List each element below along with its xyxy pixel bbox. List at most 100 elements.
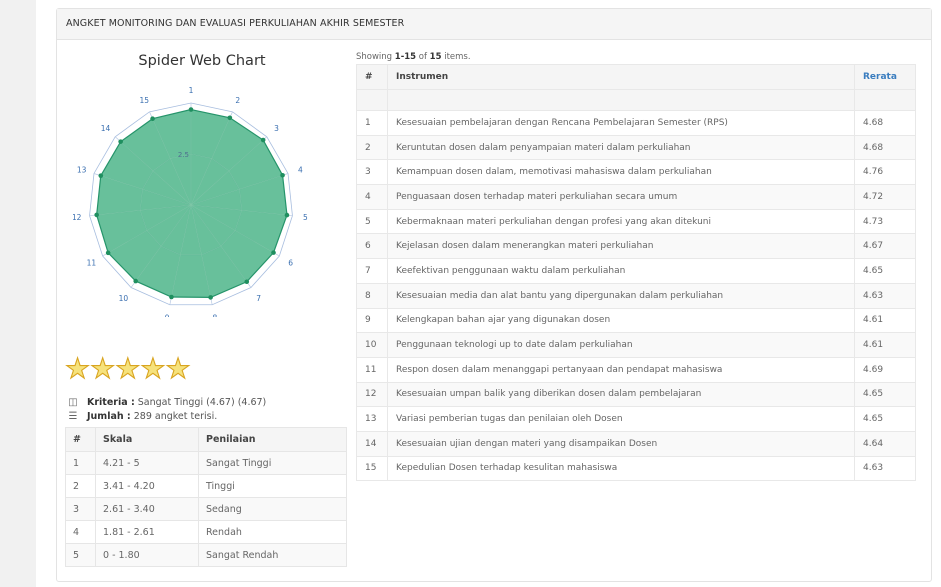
scale-cell-skala: 3.41 - 4.20	[95, 474, 199, 498]
inst-cell-instrumen: Keruntutan dosen dalam penyampaian mater…	[387, 134, 855, 161]
inst-cell-no: 4	[356, 184, 388, 210]
criteria-line: ◫ Kriteria : Sangat Tinggi (4.67) (4.67)	[67, 397, 266, 408]
inst-header-no: #	[356, 64, 388, 90]
summary-mid: of	[416, 52, 430, 62]
star-icon: ★	[64, 352, 91, 385]
category-label: 6	[288, 259, 293, 268]
inst-header-rerata[interactable]: Rerata	[854, 64, 916, 90]
table-row: 2 Keruntutan dosen dalam penyampaian mate…	[356, 134, 916, 161]
category-label: 14	[101, 124, 111, 133]
count-value: 289 angket terisi.	[133, 411, 218, 422]
inst-cell-no: 13	[356, 406, 388, 432]
inst-cell-no: 9	[356, 307, 388, 334]
inst-cell-no: 8	[356, 282, 388, 309]
data-point	[150, 116, 155, 122]
inst-cell-no: 11	[356, 356, 388, 383]
inst-cell-rerata: 4.65	[854, 406, 916, 432]
data-point	[105, 250, 111, 256]
table-row: 4 Penguasaan dosen terhadap materi perkul…	[356, 184, 916, 210]
scale-cell-penilaian: Sangat Tinggi	[198, 451, 347, 475]
inst-cell-rerata: 4.68	[854, 110, 916, 136]
category-label: 5	[303, 213, 308, 222]
chart-title: Spider Web Chart	[138, 53, 266, 69]
inst-cell-rerata: 4.67	[854, 233, 916, 260]
inst-cell-instrumen: Kesesuaian pembelajaran dengan Rencana P…	[387, 110, 855, 136]
scale-row: 50 - 1.80 Sangat Rendah	[65, 543, 347, 567]
inst-cell-rerata: 4.64	[854, 430, 916, 457]
inst-cell-instrumen: Kesesuaian umpan balik yang diberikan do…	[387, 381, 855, 408]
rating-stars: ★ ★ ★ ★ ★	[64, 352, 191, 385]
inst-cell-instrumen: Respon dosen dalam menanggapi pertanyaan…	[387, 356, 855, 383]
scale-cell-no: 2	[65, 474, 96, 498]
inst-cell-instrumen: Penggunaan teknologi up to date dalam pe…	[387, 332, 855, 358]
inst-cell-no: 2	[356, 134, 388, 161]
category-label: 15	[139, 96, 149, 105]
category-label: 10	[119, 294, 129, 303]
inst-cell-no: 3	[356, 159, 388, 186]
category-label: 11	[87, 259, 97, 268]
inst-cell-no: 7	[356, 258, 388, 284]
inst-cell-instrumen: Penguasaan dosen terhadap materi perkuli…	[387, 184, 855, 210]
data-point	[133, 278, 139, 284]
inst-cell-rerata: 4.68	[854, 134, 916, 161]
inst-cell-no: 10	[356, 332, 388, 358]
instrument-table: # Instrumen Rerata 1 Kesesuaian pembelaja…	[356, 64, 916, 482]
inst-header-instrumen[interactable]: Instrumen	[387, 64, 855, 90]
category-label: 7	[256, 294, 261, 303]
tick-label: 2.5	[178, 151, 189, 159]
summary-total: 15	[429, 52, 442, 62]
data-point	[98, 173, 104, 178]
inst-cell-instrumen: Kelengkapan bahan ajar yang digunakan do…	[387, 307, 855, 334]
category-label: 8	[213, 313, 218, 317]
data-point	[188, 107, 194, 112]
data-point	[118, 139, 123, 144]
inst-cell-rerata: 4.69	[854, 356, 916, 383]
scale-cell-no: 1	[65, 451, 96, 475]
criteria-value: Sangat Tinggi (4.67) (4.67)	[137, 397, 267, 408]
scale-header-penilaian: Penilaian	[198, 427, 347, 452]
inst-cell-no: 12	[356, 381, 388, 408]
scale-cell-skala: 0 - 1.80	[95, 543, 199, 567]
inst-cell-rerata: 4.65	[854, 258, 916, 284]
table-summary: Showing 1-15 of 15 items.	[356, 52, 471, 62]
star-icon: ★	[165, 352, 191, 385]
table-row: 8 Kesesuaian media dan alat bantu yang di…	[356, 282, 916, 309]
scale-cell-no: 5	[65, 543, 96, 567]
left-sidebar-rail	[0, 0, 36, 587]
inst-cell-rerata: 4.63	[854, 455, 916, 482]
scale-cell-skala: 1.81 - 2.61	[95, 520, 199, 544]
table-row: 11 Respon dosen dalam menanggapi pertanya…	[356, 356, 916, 383]
data-point	[284, 212, 290, 218]
inst-cell-no: 1	[356, 110, 388, 136]
table-row: 6 Kejelasan dosen dalam menerangkan mater…	[356, 233, 916, 260]
scale-cell-no: 4	[65, 520, 96, 544]
book-icon: ◫	[68, 397, 78, 408]
table-row: 3 Kemampuan dosen dalam, memotivasi mahas…	[356, 159, 916, 186]
scale-cell-penilaian: Rendah	[198, 520, 347, 544]
inst-cell-instrumen: Kesesuaian media dan alat bantu yang dip…	[387, 282, 855, 309]
category-label: 1	[189, 86, 194, 95]
count-label: Jumlah :	[87, 411, 131, 422]
inst-cell-rerata: 4.61	[854, 332, 916, 358]
table-row: 13 Variasi pemberian tugas dan penilaian …	[356, 406, 916, 432]
inst-cell-rerata: 4.61	[854, 307, 916, 334]
table-row: 12 Kesesuaian umpan balik yang diberikan …	[356, 381, 916, 408]
inst-cell-instrumen: Keefektivan penggunaan waktu dalam perku…	[387, 258, 855, 284]
count-line: ☰ Jumlah : 289 angket terisi.	[67, 411, 218, 422]
scale-row: 4 1.81 - 2.61 Rendah	[65, 520, 347, 544]
scale-header-skala: Skala	[95, 427, 199, 452]
inst-cell-rerata: 4.73	[854, 208, 916, 235]
scale-cell-skala: 2.61 - 3.40	[95, 497, 199, 521]
spider-web-chart: 1234567891011121314152.5	[73, 86, 308, 317]
data-point	[94, 212, 99, 218]
filter-cell-instrumen[interactable]	[387, 89, 855, 111]
scale-row: 2 3.41 - 4.20 Tinggi	[65, 474, 347, 498]
star-icon: ★	[115, 352, 141, 385]
table-row: 5 Kebermaknaan materi perkuliahan dengan …	[356, 208, 916, 235]
data-point	[208, 295, 213, 300]
scale-cell-penilaian: Tinggi	[198, 474, 347, 498]
inst-cell-instrumen: Kemampuan dosen dalam, memotivasi mahasi…	[387, 159, 855, 186]
filter-cell-rerata[interactable]	[854, 89, 916, 111]
list-icon: ☰	[68, 411, 78, 422]
category-label: 2	[235, 96, 240, 105]
